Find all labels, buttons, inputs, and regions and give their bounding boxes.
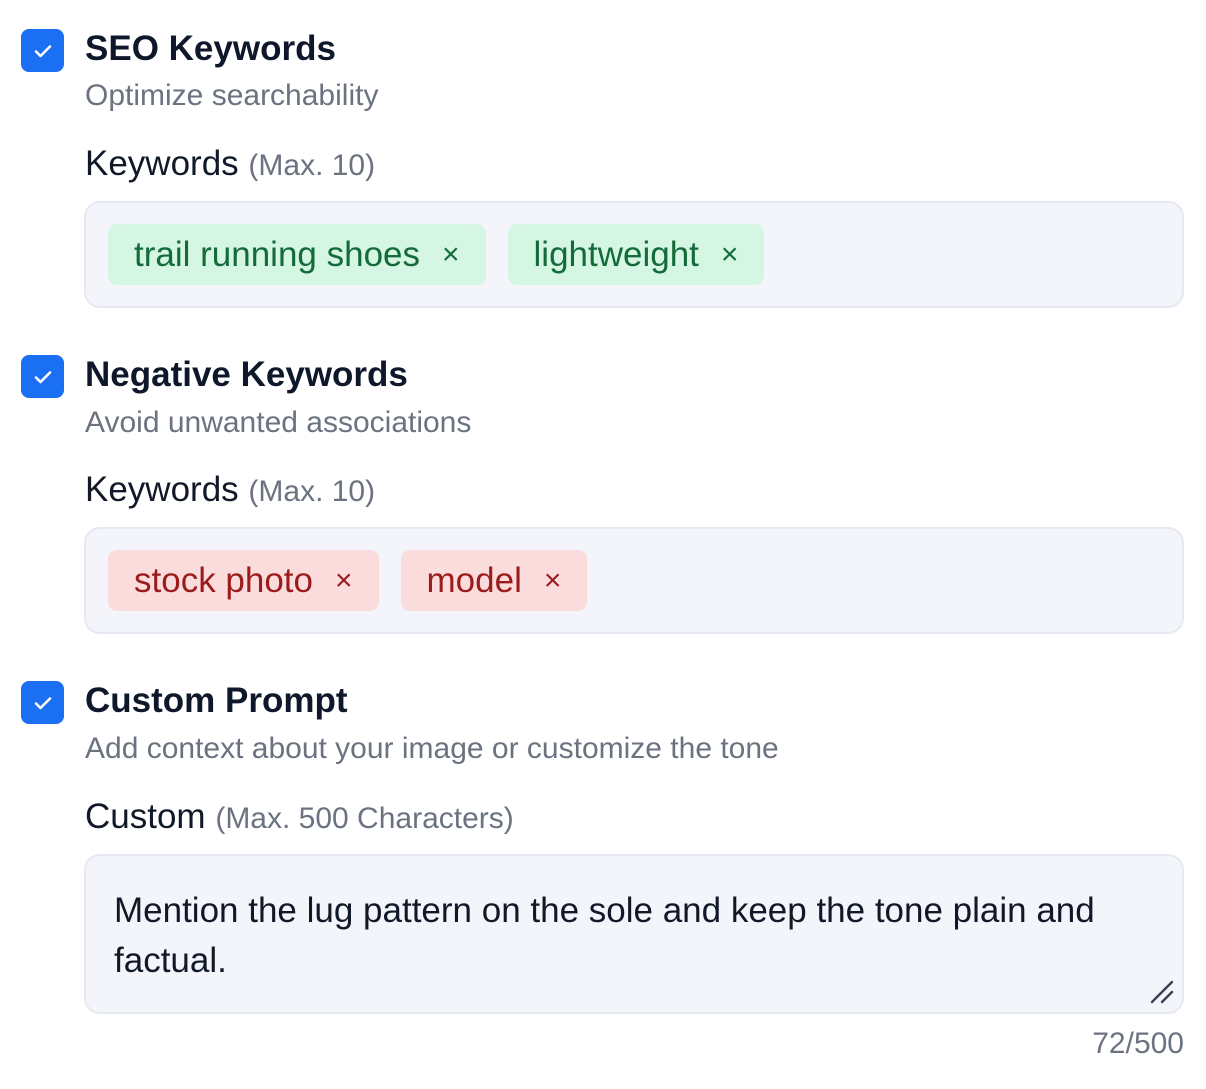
seo-keywords-field-label: Keywords (Max. 10) bbox=[85, 144, 375, 186]
close-icon[interactable]: × bbox=[721, 239, 739, 270]
keyword-tag-label: stock photo bbox=[134, 560, 313, 600]
keyword-tag: lightweight × bbox=[507, 224, 765, 285]
field-label-hint: (Max. 500 Characters) bbox=[215, 802, 514, 835]
check-icon bbox=[34, 370, 51, 383]
custom-prompt-textarea[interactable]: Mention the lug pattern on the sole and … bbox=[84, 854, 1184, 1014]
resize-handle-icon[interactable] bbox=[1148, 978, 1176, 1006]
field-label-hint: (Max. 10) bbox=[248, 475, 376, 508]
check-icon bbox=[34, 696, 51, 709]
field-label-hint: (Max. 10) bbox=[248, 149, 376, 182]
custom-prompt-field-label: Custom (Max. 500 Characters) bbox=[85, 797, 514, 839]
custom-prompt-subtitle: Add context about your image or customiz… bbox=[85, 732, 779, 765]
keyword-tag: trail running shoes × bbox=[108, 224, 486, 285]
seo-keywords-title: SEO Keywords bbox=[85, 29, 336, 68]
seo-keywords-checkbox[interactable] bbox=[21, 29, 64, 72]
keyword-tag: stock photo × bbox=[108, 550, 379, 611]
close-icon[interactable]: × bbox=[544, 565, 562, 596]
character-counter: 72/500 bbox=[1092, 1027, 1184, 1060]
seo-keywords-input[interactable]: trail running shoes × lightweight × bbox=[84, 201, 1184, 308]
negative-keywords-input[interactable]: stock photo × model × bbox=[84, 527, 1184, 634]
custom-prompt-checkbox[interactable] bbox=[21, 681, 64, 724]
keyword-tag-label: model bbox=[426, 560, 522, 600]
negative-keywords-title: Negative Keywords bbox=[85, 355, 408, 394]
custom-prompt-text[interactable]: Mention the lug pattern on the sole and … bbox=[114, 886, 1142, 986]
keyword-tag: model × bbox=[400, 550, 588, 611]
check-icon bbox=[34, 44, 51, 57]
seo-keywords-subtitle: Optimize searchability bbox=[85, 79, 379, 112]
field-label-text: Keywords bbox=[85, 470, 239, 509]
negative-keywords-field-label: Keywords (Max. 10) bbox=[85, 470, 375, 512]
field-label-text: Keywords bbox=[85, 144, 239, 183]
negative-keywords-subtitle: Avoid unwanted associations bbox=[85, 406, 472, 439]
negative-keywords-checkbox[interactable] bbox=[21, 355, 64, 398]
keyword-tag-label: trail running shoes bbox=[134, 234, 420, 274]
field-label-text: Custom bbox=[85, 797, 206, 836]
close-icon[interactable]: × bbox=[442, 239, 460, 270]
keyword-tag-label: lightweight bbox=[533, 234, 699, 274]
custom-prompt-title: Custom Prompt bbox=[85, 681, 348, 720]
close-icon[interactable]: × bbox=[335, 565, 353, 596]
